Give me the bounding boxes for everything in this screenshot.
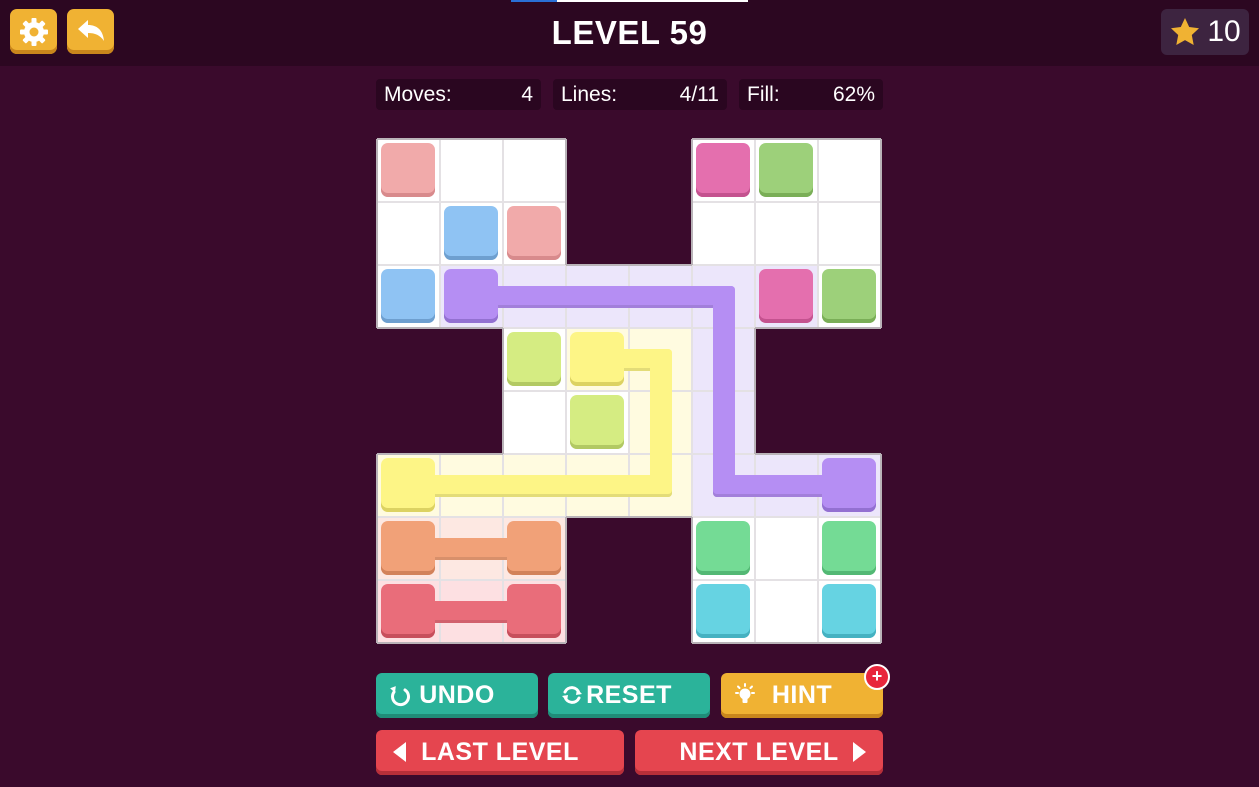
color-dot[interactable] (507, 521, 561, 575)
color-dot[interactable] (696, 521, 750, 575)
board-edge (376, 580, 378, 643)
board-cell[interactable] (503, 391, 566, 454)
board-edge (565, 580, 567, 643)
chevron-right-icon (853, 742, 866, 762)
board-edge (755, 642, 818, 644)
hint-label: HINT (771, 681, 833, 709)
board-edge (502, 391, 504, 454)
color-dot[interactable] (507, 206, 561, 260)
board-cell[interactable] (440, 139, 503, 202)
board-cell[interactable] (692, 202, 755, 265)
board-cell[interactable] (503, 139, 566, 202)
color-dot[interactable] (696, 143, 750, 197)
board-edge (755, 453, 818, 455)
color-dot[interactable] (381, 458, 435, 512)
board-edge (503, 642, 566, 644)
line-segment (460, 285, 735, 308)
board-edge (377, 453, 440, 455)
board-edge (376, 517, 378, 580)
hint-button[interactable]: HINT (721, 673, 883, 718)
board-cell[interactable] (755, 202, 818, 265)
color-dot[interactable] (444, 269, 498, 323)
next-level-label: NEXT LEVEL (679, 738, 839, 766)
board-edge (377, 642, 440, 644)
board-edge (691, 139, 693, 202)
board-edge (629, 264, 692, 266)
board-edge (692, 642, 755, 644)
board-cell[interactable] (818, 202, 881, 265)
board-edge (880, 265, 882, 328)
color-dot[interactable] (381, 269, 435, 323)
color-dot[interactable] (822, 458, 876, 512)
board-edge (440, 327, 503, 329)
board-edge (754, 328, 756, 391)
board-edge (565, 202, 567, 265)
board-edge (818, 642, 881, 644)
board-edge (440, 642, 503, 644)
color-dot[interactable] (759, 143, 813, 197)
board-edge (503, 138, 566, 140)
last-level-label: LAST LEVEL (421, 738, 579, 766)
board-edge (818, 138, 881, 140)
board-edge (376, 139, 378, 202)
board-edge (691, 517, 693, 580)
line-segment (712, 285, 735, 497)
board-cell[interactable] (818, 139, 881, 202)
board-edge (880, 139, 882, 202)
board-edge (566, 516, 629, 518)
board-edge (440, 453, 503, 455)
board-edge (376, 454, 378, 517)
board-edge (565, 139, 567, 202)
color-dot[interactable] (759, 269, 813, 323)
color-dot[interactable] (381, 584, 435, 638)
board-edge (880, 580, 882, 643)
color-dot[interactable] (822, 521, 876, 575)
color-dot[interactable] (570, 332, 624, 386)
board-edge (880, 454, 882, 517)
hint-badge: + (864, 664, 890, 690)
undo-button[interactable]: UNDO (376, 673, 538, 718)
board-edge (440, 138, 503, 140)
board-cell[interactable] (377, 202, 440, 265)
board-edge (565, 517, 567, 580)
color-dot[interactable] (381, 521, 435, 575)
board-edge (566, 264, 629, 266)
undo-label: UNDO (419, 681, 495, 709)
color-dot[interactable] (570, 395, 624, 449)
color-dot[interactable] (507, 584, 561, 638)
line-segment (397, 474, 672, 497)
hint-badge-label: + (871, 666, 883, 686)
board-edge (880, 202, 882, 265)
board-edge (502, 328, 504, 391)
board-edge (755, 327, 818, 329)
board-edge (629, 516, 692, 518)
board-edge (377, 138, 440, 140)
board-edge (880, 517, 882, 580)
board-edge (377, 327, 440, 329)
board-edge (692, 138, 755, 140)
board-cell[interactable] (755, 517, 818, 580)
board-edge (818, 453, 881, 455)
color-dot[interactable] (696, 584, 750, 638)
color-dot[interactable] (507, 332, 561, 386)
color-dot[interactable] (822, 269, 876, 323)
color-dot[interactable] (381, 143, 435, 197)
color-dot[interactable] (822, 584, 876, 638)
next-level-button[interactable]: NEXT LEVEL (635, 730, 883, 775)
puzzle-board (0, 0, 1259, 787)
board-edge (376, 265, 378, 328)
last-level-button[interactable]: LAST LEVEL (376, 730, 624, 775)
reset-button[interactable]: RESET (548, 673, 710, 718)
board-edge (376, 202, 378, 265)
board-edge (691, 202, 693, 265)
board-edge (755, 138, 818, 140)
board-edge (691, 580, 693, 643)
color-dot[interactable] (444, 206, 498, 260)
reset-label: RESET (586, 681, 672, 709)
board-cell[interactable] (755, 580, 818, 643)
board-edge (754, 391, 756, 454)
board-edge (818, 327, 881, 329)
